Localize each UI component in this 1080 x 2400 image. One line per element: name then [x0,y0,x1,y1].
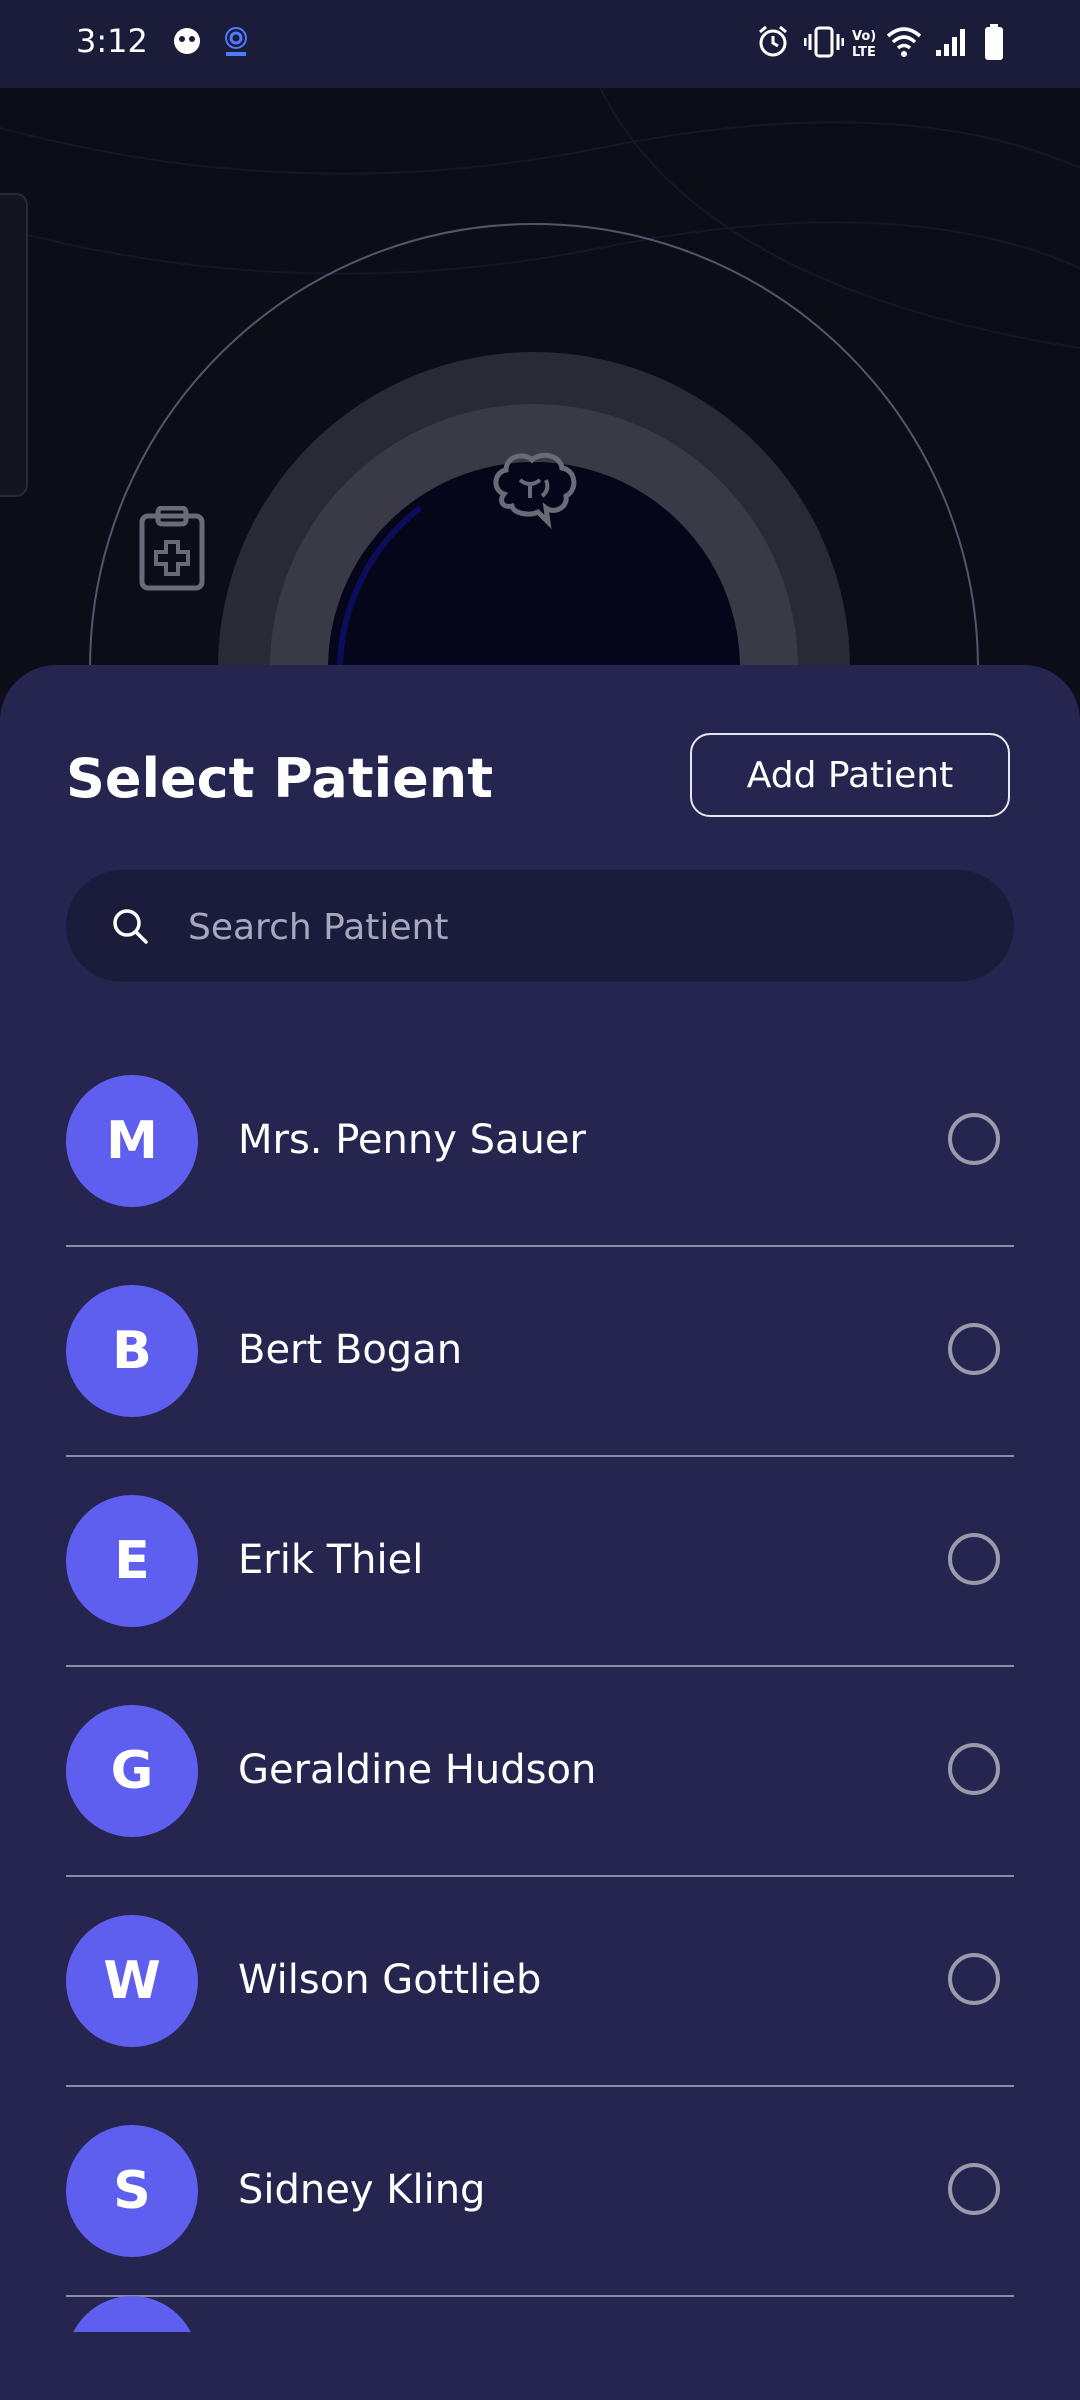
patient-radio[interactable] [948,1743,1000,1795]
patient-name: Sidney Kling [238,2167,486,2213]
brain-icon [490,450,580,534]
vibrate-icon [803,24,845,64]
search-icon [110,906,150,950]
patient-row[interactable]: S Sidney Kling [66,2085,1014,2297]
patient-radio[interactable] [948,1113,1000,1165]
patient-row[interactable]: W Wilson Gottlieb [66,1875,1014,2087]
patient-row[interactable]: G Geraldine Hudson [66,1665,1014,1877]
patient-name: Mrs. Penny Sauer [238,1117,586,1163]
svg-text:Vo): Vo) [852,29,876,44]
add-patient-button[interactable]: Add Patient [690,733,1010,817]
side-drawer-handle[interactable] [0,193,28,497]
avatar: W [66,1915,198,2047]
background-dial-graphic [0,88,1080,688]
patient-radio[interactable] [948,2163,1000,2215]
select-patient-sheet: Select Patient Add Patient M Mrs. Penny … [0,665,1080,2400]
wifi-icon [884,24,924,64]
battery-icon [984,24,1004,66]
avatar: S [66,2125,198,2257]
ghost-icon [170,24,204,62]
svg-text:LTE: LTE [852,45,876,60]
patient-row[interactable]: M Mrs. Penny Sauer [66,1035,1014,1247]
patient-name: Geraldine Hudson [238,1747,597,1793]
patient-row[interactable]: E Erik Thiel [66,1455,1014,1667]
avatar: G [66,1705,198,1837]
patient-radio[interactable] [948,1323,1000,1375]
avatar: B [66,1285,198,1417]
patient-name: Erik Thiel [238,1537,424,1583]
signal-icon [934,24,968,64]
sheet-title: Select Patient [66,747,494,810]
patient-name: Wilson Gottlieb [238,1957,542,2003]
hotspot-icon [218,24,254,64]
alarm-icon [756,24,790,64]
status-time: 3:12 [76,22,148,60]
search-input[interactable] [186,870,970,984]
avatar: M [66,1075,198,1207]
patient-radio[interactable] [948,1533,1000,1585]
volte-icon: Vo) LTE [850,26,884,64]
status-bar: 3:12 Vo) LTE [0,0,1080,88]
patient-row[interactable]: B Bert Bogan [66,1245,1014,1457]
search-bar[interactable] [66,870,1014,984]
patient-name: Bert Bogan [238,1327,463,1373]
sheet-bottom [0,2332,1080,2400]
avatar-partial [66,2296,198,2332]
clipboard-medical-icon [136,505,210,596]
background-area [0,88,1080,688]
avatar: E [66,1495,198,1627]
patient-radio[interactable] [948,1953,1000,2005]
